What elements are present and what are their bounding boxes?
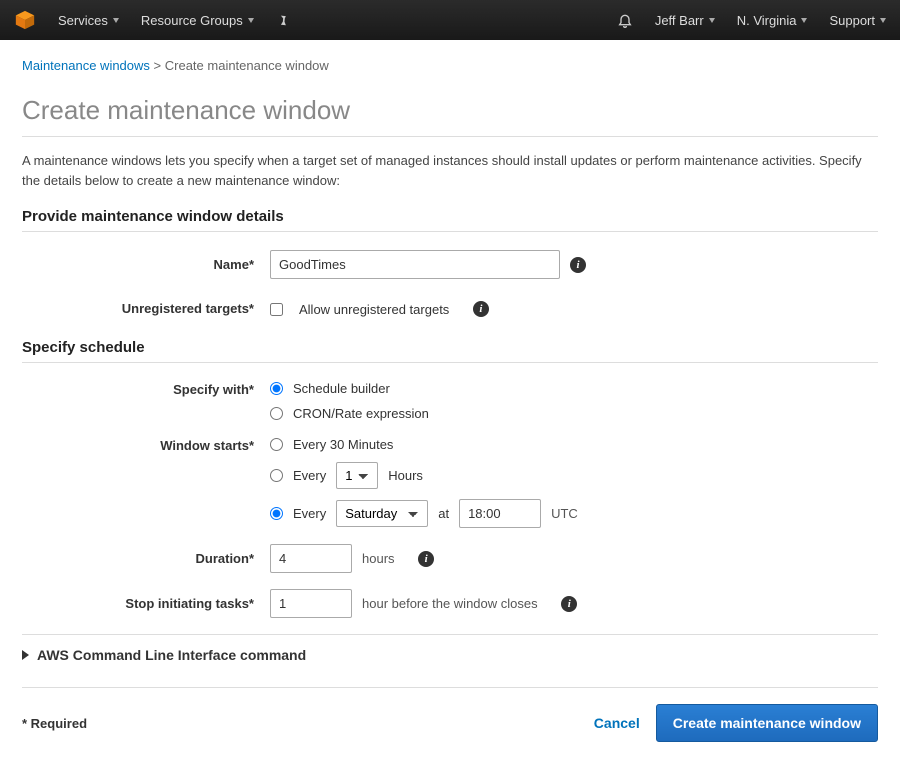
required-note: * Required bbox=[22, 716, 87, 731]
chevron-down-icon bbox=[880, 18, 886, 23]
intro-text: A maintenance windows lets you specify w… bbox=[22, 151, 877, 190]
stop-initiating-input[interactable] bbox=[270, 589, 352, 618]
label-window-starts: Window starts* bbox=[22, 437, 270, 455]
radio-schedule-builder-label: Schedule builder bbox=[293, 381, 390, 396]
radio-30min-label: Every 30 Minutes bbox=[293, 437, 393, 452]
label-stop-initiating: Stop initiating tasks* bbox=[22, 590, 270, 618]
nav-support-label: Support bbox=[829, 13, 875, 28]
row-window-starts: Window starts* Every 30 Minutes Every 1 … bbox=[22, 437, 878, 528]
chevron-down-icon bbox=[248, 18, 254, 23]
notifications-icon[interactable] bbox=[613, 12, 637, 28]
footer-bar: * Required Cancel Create maintenance win… bbox=[22, 687, 878, 742]
label-duration: Duration* bbox=[22, 545, 270, 573]
nav-region[interactable]: N. Virginia bbox=[733, 13, 812, 28]
breadcrumb-sep: > bbox=[154, 58, 165, 73]
triangle-right-icon bbox=[22, 650, 29, 660]
radio-weekly[interactable] bbox=[270, 507, 283, 520]
info-icon[interactable]: i bbox=[418, 551, 434, 567]
unregistered-checkbox[interactable] bbox=[270, 303, 283, 316]
hours-suffix: Hours bbox=[388, 468, 423, 483]
row-specify-with: Specify with* Schedule builder CRON/Rate… bbox=[22, 381, 878, 421]
breadcrumb-parent[interactable]: Maintenance windows bbox=[22, 58, 150, 73]
radio-hours[interactable] bbox=[270, 469, 283, 482]
create-button[interactable]: Create maintenance window bbox=[656, 704, 878, 742]
nav-user[interactable]: Jeff Barr bbox=[651, 13, 719, 28]
breadcrumb-current: Create maintenance window bbox=[165, 58, 329, 73]
chevron-down-icon bbox=[801, 18, 807, 23]
nav-services-label: Services bbox=[58, 13, 108, 28]
duration-input[interactable] bbox=[270, 544, 352, 573]
specify-with-builder[interactable]: Schedule builder bbox=[270, 381, 429, 396]
row-name: Name* i bbox=[22, 250, 878, 279]
weekly-time-input[interactable] bbox=[459, 499, 541, 528]
cli-expander-toggle[interactable]: AWS Command Line Interface command bbox=[22, 647, 878, 663]
radio-cron[interactable] bbox=[270, 407, 283, 420]
unregistered-checkbox-label: Allow unregistered targets bbox=[299, 302, 449, 317]
weekly-at: at bbox=[438, 506, 449, 521]
row-unregistered: Unregistered targets* Allow unregistered… bbox=[22, 295, 878, 323]
duration-unit: hours bbox=[362, 551, 395, 566]
cli-expander: AWS Command Line Interface command bbox=[22, 634, 878, 665]
radio-30min[interactable] bbox=[270, 438, 283, 451]
hours-select[interactable]: 1 bbox=[336, 462, 378, 489]
radio-cron-label: CRON/Rate expression bbox=[293, 406, 429, 421]
section-details-title: Provide maintenance window details bbox=[22, 208, 878, 232]
nav-support[interactable]: Support bbox=[825, 13, 890, 28]
specify-with-cron[interactable]: CRON/Rate expression bbox=[270, 406, 429, 421]
stop-initiating-suffix: hour before the window closes bbox=[362, 596, 538, 611]
info-icon[interactable]: i bbox=[570, 257, 586, 273]
info-icon[interactable]: i bbox=[561, 596, 577, 612]
breadcrumb: Maintenance windows > Create maintenance… bbox=[22, 58, 878, 73]
radio-schedule-builder[interactable] bbox=[270, 382, 283, 395]
nav-resource-groups[interactable]: Resource Groups bbox=[137, 13, 258, 28]
label-unregistered: Unregistered targets* bbox=[22, 295, 270, 323]
pin-icon[interactable] bbox=[272, 13, 294, 27]
hours-prefix: Every bbox=[293, 468, 326, 483]
cancel-button[interactable]: Cancel bbox=[594, 715, 640, 731]
info-icon[interactable]: i bbox=[473, 301, 489, 317]
window-starts-30min[interactable]: Every 30 Minutes bbox=[270, 437, 578, 452]
weekly-day-select[interactable]: Saturday bbox=[336, 500, 428, 527]
page-body: Maintenance windows > Create maintenance… bbox=[0, 40, 900, 766]
window-starts-hours[interactable]: Every 1 Hours bbox=[270, 462, 578, 489]
nav-region-label: N. Virginia bbox=[737, 13, 797, 28]
window-starts-weekly[interactable]: Every Saturday at UTC bbox=[270, 499, 578, 528]
top-nav: Services Resource Groups Jeff Barr N. Vi… bbox=[0, 0, 900, 40]
cli-expander-title: AWS Command Line Interface command bbox=[37, 647, 306, 663]
chevron-down-icon bbox=[113, 18, 119, 23]
nav-resource-groups-label: Resource Groups bbox=[141, 13, 243, 28]
chevron-down-icon bbox=[709, 18, 715, 23]
label-name: Name* bbox=[22, 251, 270, 279]
row-duration: Duration* hours i bbox=[22, 544, 878, 573]
aws-logo-icon[interactable] bbox=[10, 9, 40, 31]
section-schedule-title: Specify schedule bbox=[22, 339, 878, 363]
name-input[interactable] bbox=[270, 250, 560, 279]
nav-services[interactable]: Services bbox=[54, 13, 123, 28]
nav-user-label: Jeff Barr bbox=[655, 13, 704, 28]
weekly-prefix: Every bbox=[293, 506, 326, 521]
label-specify-with: Specify with* bbox=[22, 381, 270, 399]
page-title: Create maintenance window bbox=[22, 95, 878, 137]
row-stop-initiating: Stop initiating tasks* hour before the w… bbox=[22, 589, 878, 618]
weekly-tz: UTC bbox=[551, 506, 578, 521]
